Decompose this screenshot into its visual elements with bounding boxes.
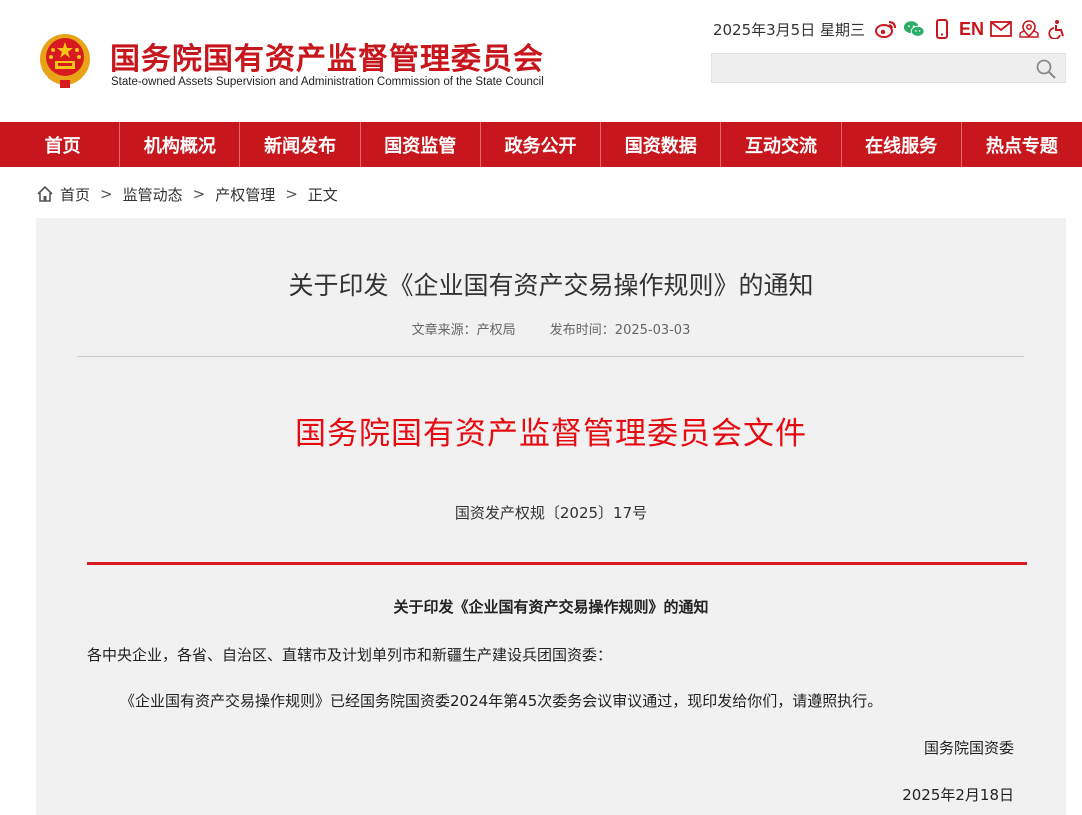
document-number: 国资发产权规〔2025〕17号: [454, 504, 648, 522]
breadcrumb-property-management[interactable]: 产权管理: [215, 184, 275, 205]
signature: 国务院国资委: [923, 739, 1014, 757]
breadcrumb-separator: >: [100, 185, 113, 203]
location-icon[interactable]: [1018, 18, 1040, 40]
document-header: 国务院国有资产监督管理委员会文件: [295, 416, 807, 452]
site-title[interactable]: 国务院国有资产监督管理委员会: [110, 34, 544, 78]
search-icon[interactable]: [1035, 58, 1057, 80]
wechat-icon[interactable]: [903, 18, 925, 40]
site-title-english: State-owned Assets Supervision and Admin…: [111, 76, 544, 88]
breadcrumb-supervision-news[interactable]: 监管动态: [123, 184, 183, 205]
document-red-divider: [87, 562, 1027, 565]
article-publish-time: 发布时间：2025-03-03: [549, 323, 691, 338]
nav-item-home[interactable]: 首页: [0, 122, 121, 167]
breadcrumb-separator: >: [192, 185, 206, 203]
national-emblem-icon[interactable]: [38, 32, 92, 90]
salutation: 各中央企业，各省、自治区、直辖市及计划单列市和新疆生产建设兵团国资委：: [87, 646, 613, 664]
breadcrumb-current: 正文: [307, 185, 338, 204]
breadcrumb-home[interactable]: 首页: [60, 184, 90, 205]
current-date: 2025年3月5日 星期三: [712, 20, 865, 39]
article-source: 文章来源：产权局: [411, 323, 516, 338]
site-header: 国务院国有资产监督管理委员会 State-owned Assets Superv…: [0, 0, 1082, 122]
breadcrumb-separator: >: [285, 185, 298, 203]
search-input[interactable]: [711, 53, 1066, 83]
english-version-link[interactable]: EN: [959, 19, 984, 40]
top-toolbar: 2025年3月5日 星期三 EN: [713, 16, 1068, 42]
nav-item-topics[interactable]: 热点专题: [962, 122, 1082, 167]
home-icon: [37, 185, 53, 202]
mail-icon[interactable]: [990, 18, 1012, 40]
mobile-icon[interactable]: [931, 18, 953, 40]
nav-item-organization[interactable]: 机构概况: [120, 122, 241, 167]
accessibility-icon[interactable]: [1046, 18, 1068, 40]
nav-item-interaction[interactable]: 互动交流: [721, 122, 842, 167]
article-panel: 关于印发《企业国有资产交易操作规则》的通知 文章来源：产权局 发布时间：2025…: [36, 218, 1066, 815]
article-title: 关于印发《企业国有资产交易操作规则》的通知: [288, 271, 814, 300]
weibo-icon[interactable]: [874, 18, 897, 40]
nav-item-government-affairs[interactable]: 政务公开: [481, 122, 602, 167]
main-nav: 首页 机构概况 新闻发布 国资监管 政务公开 国资数据 互动交流 在线服务 热点…: [0, 122, 1082, 167]
breadcrumb: 首页 > 监管动态 > 产权管理 > 正文: [36, 182, 338, 206]
nav-item-online-services[interactable]: 在线服务: [842, 122, 962, 167]
body-paragraph: 《企业国有资产交易操作规则》已经国务院国资委2024年第45次委务会议审议通过，…: [120, 692, 883, 710]
nav-item-data[interactable]: 国资数据: [601, 122, 722, 167]
title-divider: [77, 356, 1024, 357]
nav-item-news[interactable]: 新闻发布: [240, 122, 361, 167]
article-meta: 文章来源：产权局 发布时间：2025-03-03: [36, 319, 1066, 338]
nav-item-supervision[interactable]: 国资监管: [361, 122, 481, 167]
body-title: 关于印发《企业国有资产交易操作规则》的通知: [393, 598, 709, 616]
signature-date: 2025年2月18日: [902, 786, 1014, 804]
